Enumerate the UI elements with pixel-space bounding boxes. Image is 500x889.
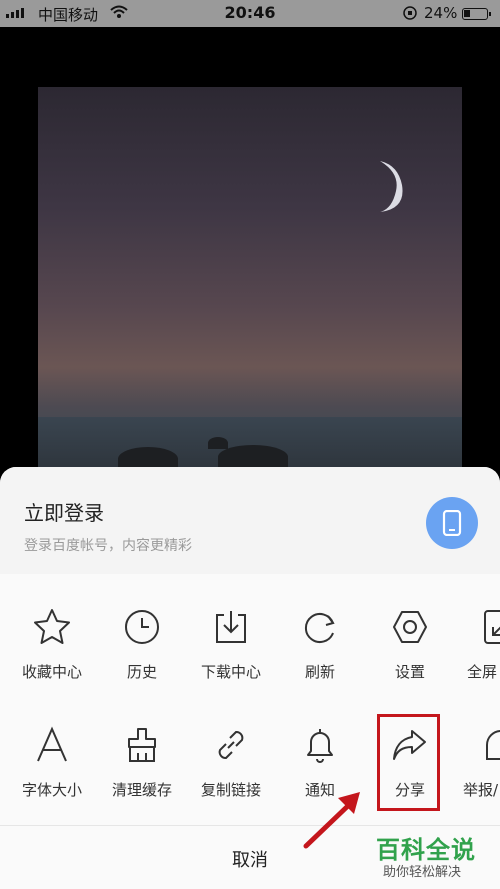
login-banner[interactable]: 立即登录 登录百度帐号，内容更精彩 [0,467,500,574]
watermark-title: 百科全说 [376,836,476,864]
clock-icon [125,610,159,644]
menu-item-refresh[interactable]: 刷新 [275,607,365,682]
menu-item-report[interactable]: 举报/ [455,725,500,800]
login-subtitle: 登录百度帐号，内容更精彩 [24,538,192,554]
menu-item-fullscreen[interactable]: 全屏 [455,607,500,682]
phone-login-button[interactable] [426,497,478,549]
rock-graphic [208,437,228,449]
menu-item-label: 刷新 [304,663,335,681]
menu-item-downloads[interactable]: 下载中心 [186,607,276,682]
background-photo [38,87,462,487]
broom-icon [128,728,156,762]
settings-icon [393,611,427,643]
bell-icon [307,729,333,763]
menu-item-label: 下载中心 [200,663,261,681]
menu-item-settings[interactable]: 设置 [365,607,455,682]
report-icon [486,730,500,760]
menu-item-clear-cache[interactable]: 清理缓存 [97,725,187,800]
red-arrow-icon [303,792,360,849]
rock-graphic [218,445,288,469]
font-size-icon [37,726,67,762]
menu-item-label: 设置 [394,663,425,681]
menu-sheet: 立即登录 登录百度帐号，内容更精彩 收藏中心 历史 下载中心 刷新 设置 全屏 … [0,467,500,889]
fullscreen-icon [484,610,500,644]
rotation-lock-icon [402,5,418,25]
menu-item-label: 复制链接 [200,781,261,799]
battery-percent: 24% [424,4,458,22]
menu-item-label: 字体大小 [21,781,82,799]
moon-graphic [380,161,403,212]
login-title[interactable]: 立即登录 [24,497,104,526]
download-icon [216,611,246,643]
menu-item-label: 收藏中心 [21,663,82,681]
menu-item-label: 举报/ [463,781,499,799]
battery-icon [462,8,491,20]
phone-icon [442,510,462,536]
menu-item-label: 历史 [126,663,157,681]
link-icon [218,731,244,759]
menu-item-label: 全屏 [467,663,498,681]
menu-item-font-size[interactable]: 字体大小 [7,725,97,800]
watermark-subtitle: 助你轻松解决 [383,865,462,880]
refresh-icon [305,613,335,643]
share-highlight-box [377,714,440,811]
menu-item-label: 清理缓存 [111,781,172,799]
menu-item-favorites[interactable]: 收藏中心 [7,607,97,682]
menu-item-history[interactable]: 历史 [97,607,187,682]
status-bar: 中国移动 20:46 24% [0,0,500,27]
star-icon [34,609,70,644]
menu-item-copy-link[interactable]: 复制链接 [186,725,276,800]
